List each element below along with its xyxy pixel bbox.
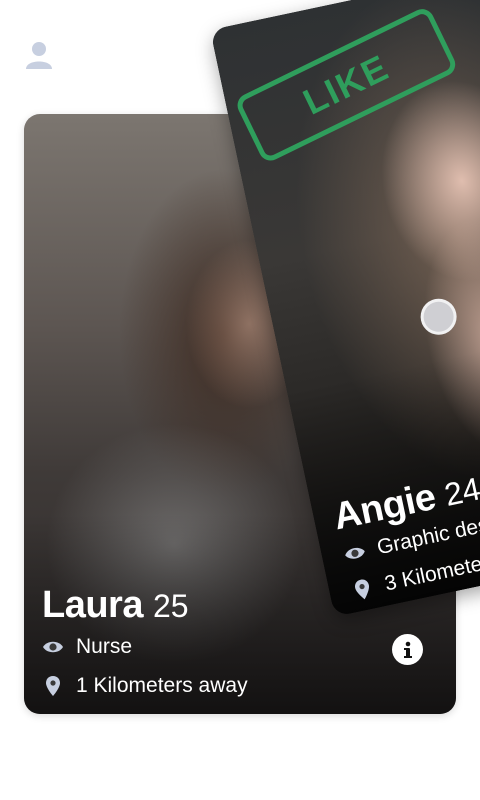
- occupation-text: Nurse: [76, 635, 133, 658]
- distance-text: 1 Kilometers away: [76, 674, 248, 697]
- profile-button[interactable]: [22, 38, 56, 72]
- card-name: Laura: [42, 584, 143, 626]
- card-age: 24: [441, 470, 480, 513]
- eye-icon: [42, 636, 64, 658]
- info-button[interactable]: [392, 634, 423, 665]
- location-pin-icon: [42, 675, 64, 697]
- distance-row: 1 Kilometers away: [42, 674, 248, 698]
- drag-indicator: [417, 295, 460, 339]
- info-icon: [403, 641, 412, 658]
- name-age-row: Laura 25: [42, 584, 189, 627]
- occupation-row: Nurse: [42, 635, 132, 659]
- card-age: 25: [152, 588, 189, 624]
- like-stamp: LIKE: [233, 5, 460, 165]
- location-pin-icon: [350, 576, 376, 602]
- user-icon: [26, 42, 52, 69]
- eye-icon: [342, 540, 368, 566]
